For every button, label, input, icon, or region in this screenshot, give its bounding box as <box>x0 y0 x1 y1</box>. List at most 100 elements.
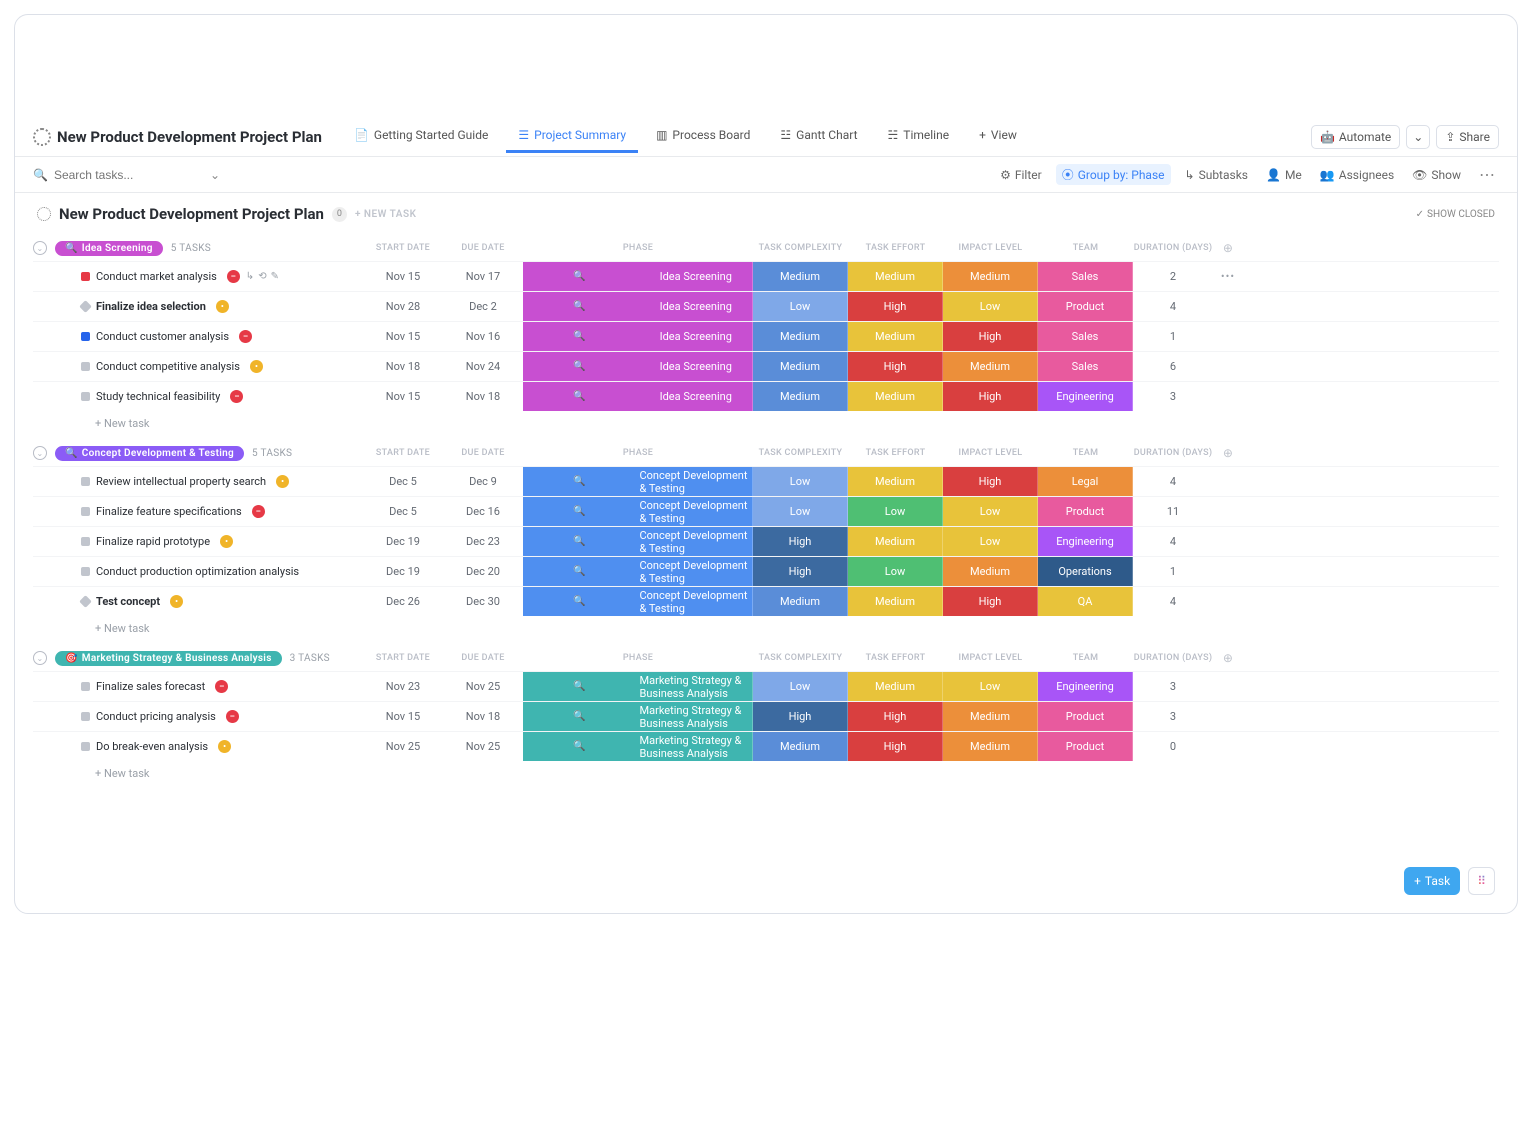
task-name-cell[interactable]: Conduct competitive analysis• <box>33 352 363 381</box>
subtask-icon[interactable]: ↳ <box>246 271 254 282</box>
effort-cell[interactable]: Medium <box>848 672 943 701</box>
complexity-cell[interactable]: Low <box>753 292 848 321</box>
start-date[interactable]: Dec 26 <box>363 587 443 616</box>
start-date[interactable]: Nov 18 <box>363 352 443 381</box>
task-row[interactable]: Conduct customer analysis–Nov 15Nov 16🔍I… <box>33 321 1499 351</box>
task-name-cell[interactable]: Review intellectual property search• <box>33 467 363 496</box>
search-box[interactable]: 🔍 ⌄ <box>33 168 220 182</box>
due-date[interactable]: Dec 2 <box>443 292 523 321</box>
apps-fab[interactable]: ⠿ <box>1468 867 1495 895</box>
effort-cell[interactable]: Medium <box>848 467 943 496</box>
task-name-cell[interactable]: Study technical feasibility– <box>33 382 363 411</box>
effort-cell[interactable]: Low <box>848 557 943 586</box>
duration-cell[interactable]: 3 <box>1133 382 1213 411</box>
impact-cell[interactable]: Medium <box>943 262 1038 291</box>
phase-chip[interactable]: 🔍Concept Development & Testing <box>55 446 244 461</box>
phase-chip[interactable]: 🎯Marketing Strategy & Business Analysis <box>55 651 282 666</box>
row-more[interactable] <box>1213 322 1243 351</box>
complexity-cell[interactable]: High <box>753 557 848 586</box>
duration-cell[interactable]: 11 <box>1133 497 1213 526</box>
task-name-cell[interactable]: Finalize feature specifications– <box>33 497 363 526</box>
effort-cell[interactable]: Medium <box>848 587 943 616</box>
impact-cell[interactable]: Medium <box>943 557 1038 586</box>
team-cell[interactable]: Sales <box>1038 262 1133 291</box>
start-date[interactable]: Dec 5 <box>363 497 443 526</box>
task-row[interactable]: Conduct pricing analysis–Nov 15Nov 18🔍Ma… <box>33 701 1499 731</box>
due-date[interactable]: Dec 9 <box>443 467 523 496</box>
duration-cell[interactable]: 6 <box>1133 352 1213 381</box>
tab-process-board[interactable]: ▥ Process Board <box>644 120 762 153</box>
due-date[interactable]: Dec 30 <box>443 587 523 616</box>
due-date[interactable]: Nov 25 <box>443 732 523 761</box>
duration-cell[interactable]: 4 <box>1133 527 1213 556</box>
effort-cell[interactable]: High <box>848 702 943 731</box>
start-date[interactable]: Nov 28 <box>363 292 443 321</box>
share-button[interactable]: ⇪ Share <box>1436 125 1499 149</box>
phase-cell[interactable]: 🔍Marketing Strategy & Business Analysis <box>523 732 753 761</box>
chevron-down-icon[interactable]: ⌄ <box>210 168 220 182</box>
status-square[interactable] <box>81 392 90 401</box>
add-column[interactable]: ⊕ <box>1223 241 1233 255</box>
task-row[interactable]: Finalize idea selection•Nov 28Dec 2🔍Idea… <box>33 291 1499 321</box>
phase-cell[interactable]: 🔍Marketing Strategy & Business Analysis <box>523 702 753 731</box>
new-task-button[interactable]: + New task <box>33 616 1499 639</box>
duration-cell[interactable]: 2 <box>1133 262 1213 291</box>
impact-cell[interactable]: Medium <box>943 352 1038 381</box>
task-name-cell[interactable]: Finalize idea selection• <box>33 292 363 321</box>
add-column[interactable]: ⊕ <box>1223 651 1233 665</box>
team-cell[interactable]: Product <box>1038 497 1133 526</box>
impact-cell[interactable]: High <box>943 322 1038 351</box>
status-square[interactable] <box>81 332 90 341</box>
start-date[interactable]: Dec 19 <box>363 527 443 556</box>
task-name-cell[interactable]: Finalize sales forecast– <box>33 672 363 701</box>
team-cell[interactable]: Product <box>1038 732 1133 761</box>
phase-cell[interactable]: 🔍Marketing Strategy & Business Analysis <box>523 672 753 701</box>
row-more[interactable] <box>1213 672 1243 701</box>
due-date[interactable]: Nov 18 <box>443 702 523 731</box>
row-more[interactable] <box>1213 587 1243 616</box>
task-name-cell[interactable]: Test concept• <box>33 587 363 616</box>
task-row[interactable]: Conduct competitive analysis•Nov 18Nov 2… <box>33 351 1499 381</box>
task-name-cell[interactable]: Conduct customer analysis– <box>33 322 363 351</box>
assignees-button[interactable]: 👥Assignees <box>1316 166 1398 184</box>
team-cell[interactable]: Engineering <box>1038 382 1133 411</box>
phase-cell[interactable]: 🔍Concept Development & Testing <box>523 497 753 526</box>
status-square[interactable] <box>81 477 90 486</box>
team-cell[interactable]: Product <box>1038 702 1133 731</box>
due-date[interactable]: Nov 24 <box>443 352 523 381</box>
priority-icon[interactable]: • <box>220 535 233 548</box>
team-cell[interactable]: Engineering <box>1038 672 1133 701</box>
subtasks-button[interactable]: ↳Subtasks <box>1181 166 1252 184</box>
duration-cell[interactable]: 4 <box>1133 292 1213 321</box>
complexity-cell[interactable]: Medium <box>753 262 848 291</box>
due-date[interactable]: Nov 16 <box>443 322 523 351</box>
phase-chip[interactable]: 🔍Idea Screening <box>55 241 163 256</box>
row-more[interactable]: ••• <box>1213 262 1243 291</box>
task-name-cell[interactable]: Conduct pricing analysis– <box>33 702 363 731</box>
duration-cell[interactable]: 4 <box>1133 467 1213 496</box>
status-square[interactable] <box>79 300 92 313</box>
complexity-cell[interactable]: High <box>753 527 848 556</box>
impact-cell[interactable]: Medium <box>943 732 1038 761</box>
duration-cell[interactable]: 1 <box>1133 557 1213 586</box>
duration-cell[interactable]: 0 <box>1133 732 1213 761</box>
search-input[interactable] <box>54 168 174 182</box>
effort-cell[interactable]: Low <box>848 497 943 526</box>
task-row[interactable]: Conduct market analysis–↳⟲✎Nov 15Nov 17🔍… <box>33 261 1499 291</box>
complexity-cell[interactable]: Medium <box>753 322 848 351</box>
phase-cell[interactable]: 🔍Concept Development & Testing <box>523 557 753 586</box>
start-date[interactable]: Dec 19 <box>363 557 443 586</box>
show-closed-toggle[interactable]: ✓ SHOW CLOSED <box>1416 209 1495 220</box>
automate-dropdown[interactable]: ⌄ <box>1406 125 1430 149</box>
impact-cell[interactable]: Low <box>943 497 1038 526</box>
add-column[interactable]: ⊕ <box>1223 446 1233 460</box>
team-cell[interactable]: QA <box>1038 587 1133 616</box>
priority-icon[interactable]: • <box>218 740 231 753</box>
effort-cell[interactable]: Medium <box>848 322 943 351</box>
complexity-cell[interactable]: Low <box>753 497 848 526</box>
start-date[interactable]: Nov 25 <box>363 732 443 761</box>
phase-cell[interactable]: 🔍Idea Screening <box>523 292 753 321</box>
collapse-toggle[interactable]: ⌄ <box>33 651 47 665</box>
row-more[interactable] <box>1213 557 1243 586</box>
task-row[interactable]: Finalize feature specifications–Dec 5Dec… <box>33 496 1499 526</box>
